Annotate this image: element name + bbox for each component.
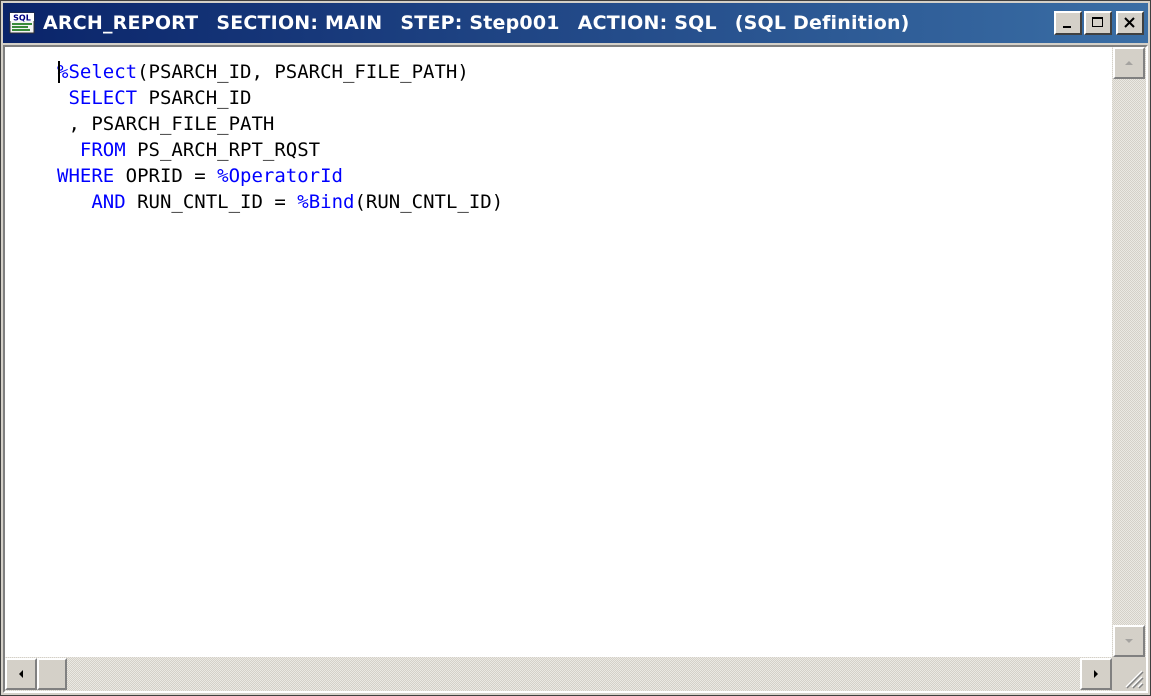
arrow-right-icon [1094,670,1098,678]
sql-keyword: AND [91,191,126,213]
sql-definition-window: SQL ARCH_REPORT SECTION: MAIN STEP: Step00… [0,0,1151,696]
sql-keyword: SELECT [68,87,138,109]
sql-keyword: %Select [57,61,138,83]
sql-text: PSARCH_ID [137,87,252,109]
arrow-up-icon [1125,61,1133,65]
editor-client-area: %Select(PSARCH_ID, PSARCH_FILE_PATH) SEL… [3,45,1148,693]
title-bar[interactable]: SQL ARCH_REPORT SECTION: MAIN STEP: Step00… [3,3,1148,43]
code-line: AND RUN_CNTL_ID = %Bind(RUN_CNTL_ID) [57,189,1112,215]
title-definition: (SQL Definition) [734,12,910,34]
editor-gutter [5,47,57,657]
sql-keyword: WHERE [57,165,115,187]
arrow-left-icon [19,670,23,678]
sql-text: PS_ARCH_RPT_RQST [125,139,321,161]
scroll-down-button[interactable] [1113,625,1145,657]
code-line: SELECT PSARCH_ID [57,85,1112,111]
sql-keyword: %OperatorId [217,165,343,187]
horizontal-scroll-thumb[interactable] [37,658,67,690]
close-icon [1124,17,1135,28]
text-caret [58,61,60,83]
title-action: ACTION: SQL [577,12,717,34]
vertical-scrollbar[interactable] [1112,47,1146,657]
sql-keyword: FROM [79,139,126,161]
resize-grip-icon [1125,670,1144,689]
sql-code-editor[interactable]: %Select(PSARCH_ID, PSARCH_FILE_PATH) SEL… [57,47,1112,657]
scroll-up-button[interactable] [1113,47,1145,79]
sql-text: OPRID = [114,165,218,187]
maximize-icon [1092,17,1103,27]
title-object-name: ARCH_REPORT [43,12,199,34]
sql-text: , PSARCH_FILE_PATH [68,113,275,135]
sql-app-icon: SQL [7,11,37,35]
scroll-right-button[interactable] [1080,658,1112,690]
code-line: FROM PS_ARCH_RPT_RQST [57,137,1112,163]
resize-grip[interactable] [1112,657,1146,691]
sql-text: RUN_CNTL_ID = [125,191,298,213]
minimize-icon [1063,26,1071,28]
minimize-button[interactable] [1054,11,1082,35]
window-controls [1054,11,1144,35]
sql-text: (RUN_CNTL_ID) [354,191,504,213]
sql-text: (PSARCH_ID, PSARCH_FILE_PATH) [137,61,469,83]
sql-icon-label: SQL [13,14,31,23]
close-button[interactable] [1116,11,1144,35]
horizontal-scrollbar[interactable] [5,657,1112,691]
arrow-down-icon [1125,639,1133,643]
title-step: STEP: Step001 [400,12,560,34]
scroll-left-button[interactable] [5,658,37,690]
window-title: ARCH_REPORT SECTION: MAIN STEP: Step001 ACT… [43,12,928,34]
code-line: %Select(PSARCH_ID, PSARCH_FILE_PATH) [57,59,1112,85]
title-section: SECTION: MAIN [216,12,383,34]
code-line: , PSARCH_FILE_PATH [57,111,1112,137]
code-line: WHERE OPRID = %OperatorId [57,163,1112,189]
maximize-button[interactable] [1084,11,1112,35]
sql-keyword: %Bind [297,191,355,213]
